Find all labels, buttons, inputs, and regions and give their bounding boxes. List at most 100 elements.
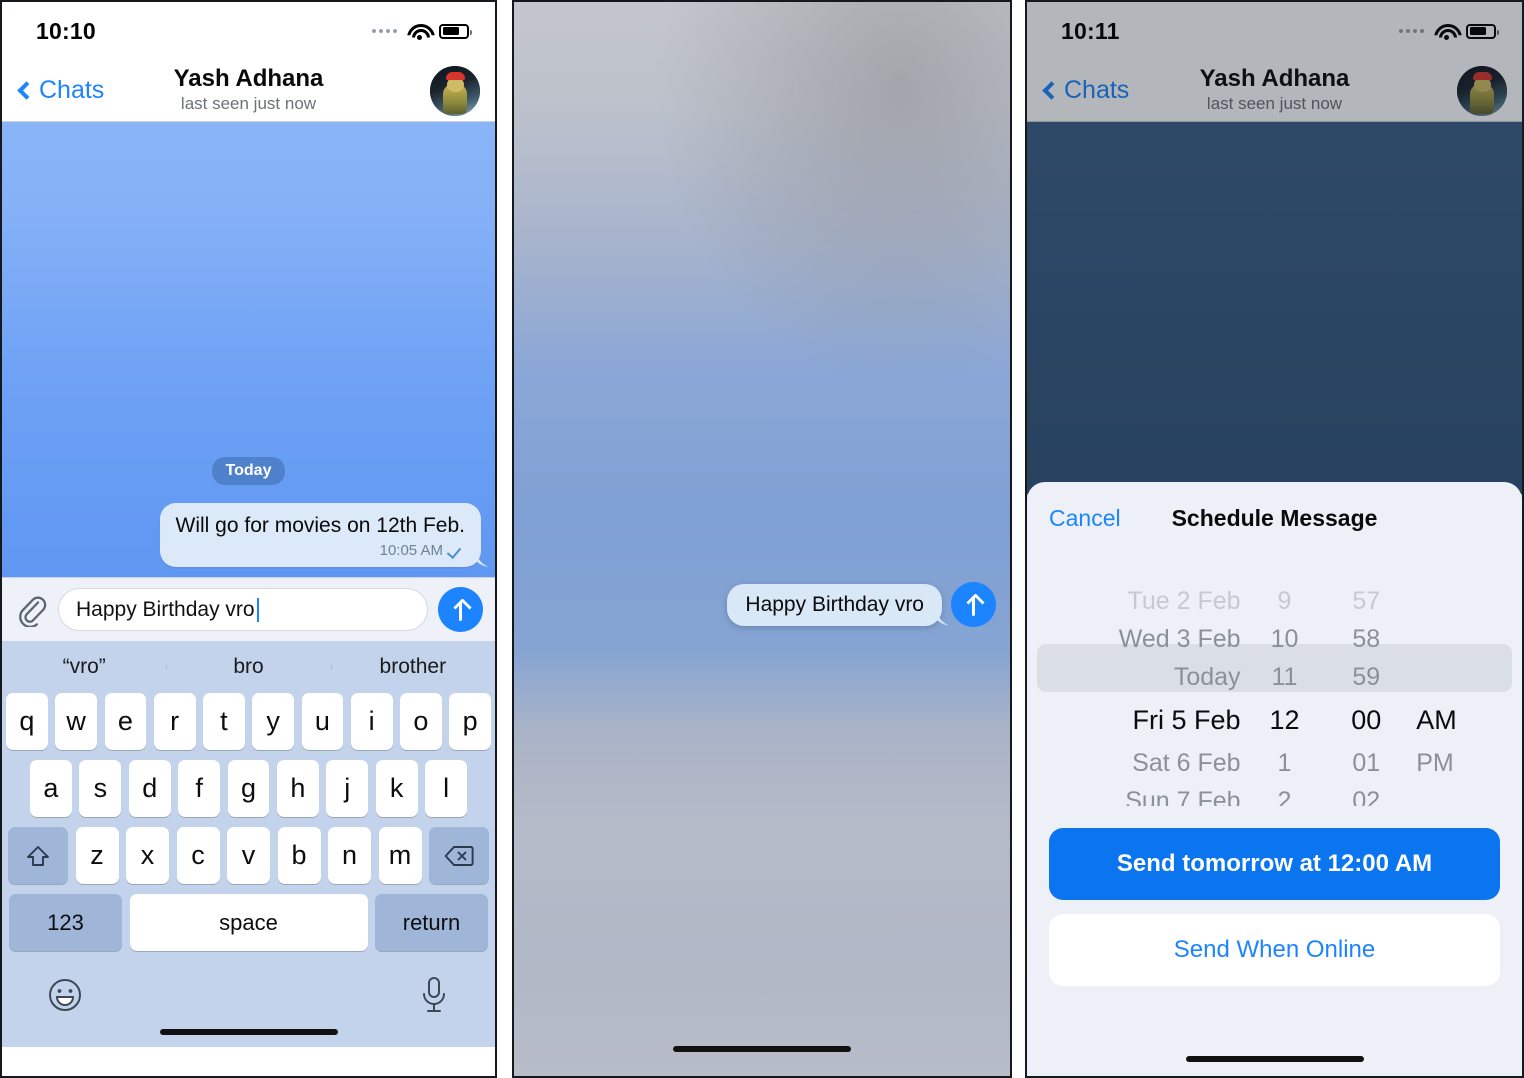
chevron-left-icon [17,81,36,100]
key-p[interactable]: p [449,693,491,750]
picker-hour-row[interactable]: 10 [1271,620,1299,658]
picker-date-row[interactable]: Sat 6 Feb [1132,744,1240,782]
message-text: Will go for movies on 12th Feb. [175,514,465,538]
key-d[interactable]: d [128,760,171,817]
emoji-smiley-icon[interactable] [46,976,84,1014]
chevron-left-icon [1042,81,1061,100]
send-button[interactable] [438,587,483,632]
picker-minute-row[interactable]: 57 [1352,582,1380,620]
picker-column-date[interactable]: Tue 2 Feb Tue 2 Feb Wed 3 Feb Today Fri … [1027,560,1249,806]
three-panel-screenshot-comparison: 10:10 Chats Yash Adhana last seen just n… [0,0,1524,1078]
key-z[interactable]: z [75,827,119,884]
phone-panel-3-schedule-sheet: 10:11 Chats Yash Adhana last seen just n… [1025,0,1524,1078]
key-n[interactable]: n [328,827,371,884]
key-o[interactable]: o [400,693,442,750]
picker-minute-row-selected[interactable]: 00 [1351,696,1381,744]
key-h[interactable]: h [276,760,319,817]
key-k[interactable]: k [375,760,418,817]
status-bar: 10:10 [2,2,495,60]
key-r[interactable]: r [153,693,196,750]
key-e[interactable]: e [104,693,147,750]
avatar[interactable] [430,65,480,116]
picker-hour-row[interactable]: 1 [1278,744,1292,782]
message-composer: Happy Birthday vro [2,577,495,641]
keyboard-row-2: a s d f g h j k l [2,760,495,817]
keyboard-row-4: 123 space return [2,894,495,951]
picker-ampm-row-selected[interactable]: AM [1416,696,1457,744]
key-t[interactable]: t [203,693,245,750]
status-indicators [372,23,472,40]
picker-date-row[interactable]: Wed 3 Feb [1119,620,1241,658]
backspace-key[interactable] [429,827,489,884]
date-time-picker[interactable]: Tue 2 Feb Tue 2 Feb Wed 3 Feb Today Fri … [1027,556,1522,806]
suggestion-1[interactable]: bro [166,655,330,679]
numbers-key[interactable]: 123 [9,894,122,951]
key-m[interactable]: m [378,827,422,884]
back-label: Chats [39,76,105,104]
picker-hour-row[interactable]: 2 [1278,782,1292,806]
wifi-icon [1434,23,1456,40]
key-f[interactable]: f [178,760,221,817]
key-b[interactable]: b [277,827,321,884]
keyboard-bottom-bar [2,961,495,1023]
key-v[interactable]: v [227,827,270,884]
preview-message-bubble[interactable]: Happy Birthday vro [727,583,942,626]
picker-column-ampm[interactable]: A A A A AM PM [1412,560,1522,782]
picker-date-row[interactable]: Sun 7 Feb [1125,782,1240,806]
send-when-online-button[interactable]: Send When Online [1049,914,1500,986]
space-key[interactable]: space [129,894,368,951]
nav-bar: Chats Yash Adhana last seen just now [1027,60,1522,122]
key-x[interactable]: x [126,827,169,884]
suggestion-2[interactable]: brother [330,655,495,679]
picker-ampm-row[interactable]: PM [1416,744,1454,782]
key-w[interactable]: w [55,693,97,750]
send-button[interactable] [951,582,996,627]
sheet-action-buttons: Send tomorrow at 12:00 AM Send When Onli… [1027,828,1522,986]
picker-hour-row-selected[interactable]: 12 [1269,696,1299,744]
message-input[interactable]: Happy Birthday vro [58,588,428,631]
picker-hour-row[interactable]: 11 [1272,658,1298,696]
key-y[interactable]: y [252,693,294,750]
microphone-icon[interactable] [417,975,451,1015]
nav-bar: Chats Yash Adhana last seen just now [2,60,495,122]
send-scheduled-button[interactable]: Send tomorrow at 12:00 AM [1049,828,1500,900]
suggestion-0[interactable]: “vro” [2,655,166,679]
autocorrect-suggestion-bar: “vro” bro brother [2,641,495,693]
paperclip-icon[interactable] [14,593,48,628]
key-c[interactable]: c [176,827,220,884]
preview-message-row: Happy Birthday vro [514,582,1010,627]
picker-date-row[interactable]: Today [1174,658,1241,696]
message-time: 10:05 AM [379,542,443,559]
key-s[interactable]: s [79,760,122,817]
day-divider: Today [211,457,286,486]
schedule-message-sheet: Cancel Schedule Message Tue 2 Feb Tue 2 … [1027,482,1522,1076]
key-q[interactable]: q [6,693,48,750]
key-l[interactable]: l [425,760,468,817]
key-u[interactable]: u [301,693,344,750]
cancel-button[interactable]: Cancel [1049,505,1121,532]
text-caret [256,597,260,622]
picker-minute-row[interactable]: 58 [1352,620,1380,658]
battery-icon [1466,23,1499,39]
wifi-icon [407,23,429,40]
return-key[interactable]: return [375,894,488,951]
key-a[interactable]: a [30,760,72,817]
shift-key[interactable] [8,827,68,884]
key-i[interactable]: i [350,693,393,750]
picker-column-hour[interactable]: 8 9 10 11 12 1 2 3 [1249,560,1321,806]
avatar[interactable] [1457,65,1507,116]
signal-dots-icon [1399,29,1424,33]
back-to-chats-button[interactable]: Chats [17,76,105,105]
picker-hour-row[interactable]: 9 [1278,582,1292,620]
picker-date-row[interactable]: Tue 2 Feb [1128,582,1241,620]
home-indicator [673,1046,851,1052]
picker-date-row-selected[interactable]: Fri 5 Feb [1133,696,1241,744]
picker-minute-row[interactable]: 59 [1352,658,1380,696]
picker-minute-row[interactable]: 02 [1352,782,1380,806]
key-j[interactable]: j [326,760,369,817]
outgoing-message-bubble[interactable]: Will go for movies on 12th Feb. 10:05 AM [159,503,481,567]
picker-column-minute[interactable]: 56 57 58 59 00 01 02 03 [1320,560,1412,806]
back-to-chats-button[interactable]: Chats [1042,76,1129,105]
key-g[interactable]: g [227,760,270,817]
picker-minute-row[interactable]: 01 [1352,744,1380,782]
